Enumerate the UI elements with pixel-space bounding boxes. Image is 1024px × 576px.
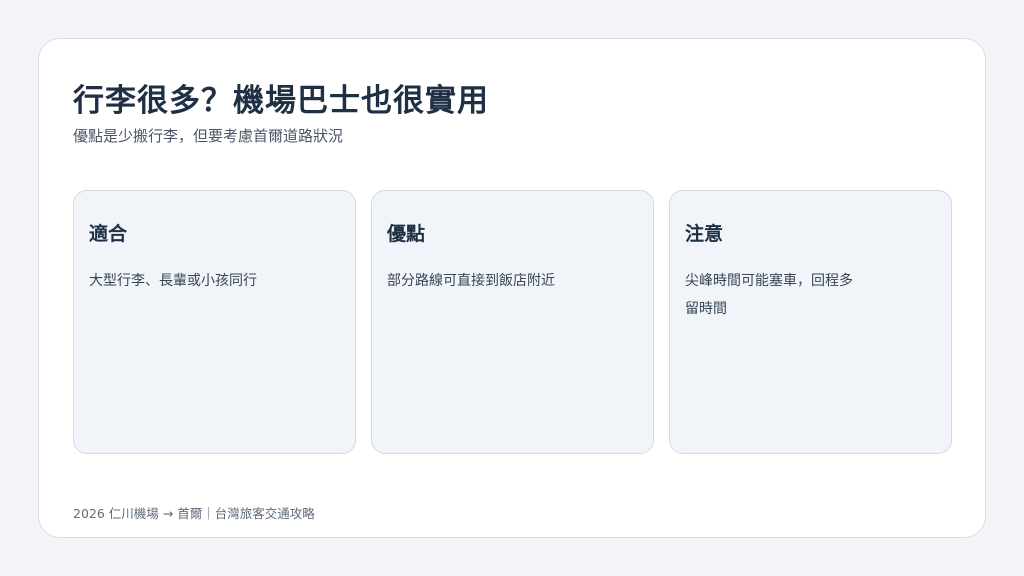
card-body: 尖峰時間可能塞車，回程多留時間 (685, 273, 853, 317)
card-caution: 注意 尖峰時間可能塞車，回程多留時間 (669, 190, 952, 454)
card-body: 部分路線可直接到飯店附近 (387, 273, 555, 289)
card-heading: 注意 (685, 223, 724, 245)
card-heading: 優點 (387, 223, 426, 245)
slide-panel: 行李很多？機場巴士也很實用 優點是少搬行李，但要考慮首爾道路狀況 適合 大型行李… (38, 38, 986, 538)
slide-footer: 2026 仁川機場 → 首爾｜台灣旅客交通攻略 (73, 506, 315, 521)
card-heading: 適合 (89, 223, 128, 245)
card-advantages: 優點 部分路線可直接到飯店附近 (371, 190, 654, 454)
slide-subtitle: 優點是少搬行李，但要考慮首爾道路狀況 (73, 127, 344, 145)
card-suitable: 適合 大型行李、長輩或小孩同行 (73, 190, 356, 454)
card-body: 大型行李、長輩或小孩同行 (89, 273, 257, 289)
slide-title: 行李很多？機場巴士也很實用 (73, 83, 489, 119)
